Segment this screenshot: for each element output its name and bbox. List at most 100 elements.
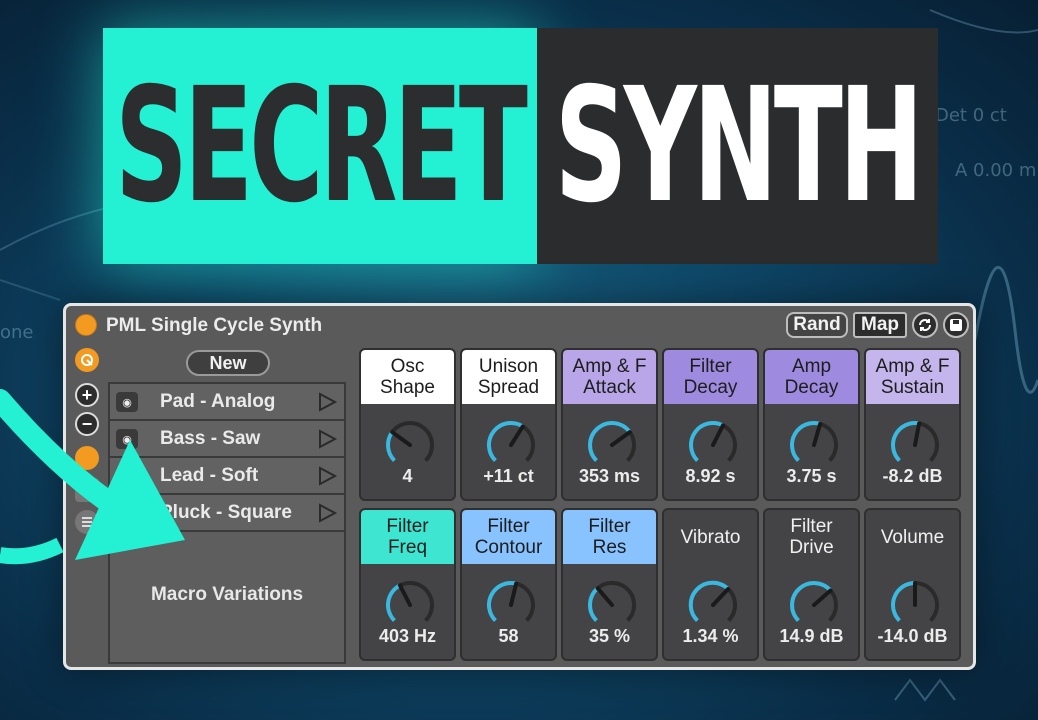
knob-track: [819, 421, 838, 462]
knob-arc: [688, 580, 730, 622]
title-banner-right: SYNTH: [537, 28, 938, 264]
knob-needle: [509, 581, 519, 607]
title-banner-left: SECRET: [103, 28, 537, 264]
title-word-synth: SYNTH: [554, 54, 924, 238]
knob-dial[interactable]: [383, 578, 437, 632]
bg-text-one: one: [0, 322, 34, 343]
preset-label: Lead - Soft: [160, 465, 259, 486]
knob-dial[interactable]: [888, 578, 942, 632]
knob-track: [918, 421, 939, 462]
knob-needle: [812, 421, 823, 447]
knob-name: Volume: [880, 526, 945, 548]
bg-text-detune: Det 0 ct: [935, 105, 1007, 126]
knob-name: Filter Freq: [386, 516, 429, 558]
remove-preset-button[interactable]: −: [75, 412, 99, 436]
knob-value: 35 %: [588, 626, 631, 646]
knob-header: Volume: [866, 510, 959, 564]
macro-knob-cell: Filter Contour 58: [460, 508, 557, 661]
list-icon[interactable]: [75, 510, 99, 534]
orange-toggle-icon[interactable]: [75, 446, 99, 470]
knob-header: Filter Res: [563, 510, 656, 564]
knob-dial[interactable]: [888, 418, 942, 472]
map-button[interactable]: Map: [853, 312, 907, 338]
new-preset-button[interactable]: New: [186, 350, 270, 376]
knob-needle: [610, 430, 632, 447]
knob-needle: [390, 430, 412, 447]
macro-knob-cell: Filter Drive 14.9 dB: [763, 508, 860, 661]
knob-arc: [790, 581, 832, 622]
knob-name: Unison Spread: [477, 356, 540, 398]
knob-arc: [689, 421, 724, 462]
knob-name: Filter Decay: [683, 356, 738, 398]
save-icon[interactable]: [943, 312, 969, 338]
knob-value: 14.9 dB: [779, 626, 844, 646]
macro-knob-cell: Amp Decay 3.75 s: [763, 348, 860, 501]
knob-needle: [812, 588, 833, 607]
play-icon[interactable]: [316, 391, 338, 413]
play-icon[interactable]: [316, 428, 338, 450]
play-icon[interactable]: [316, 502, 338, 524]
device-titlebar: PML Single Cycle Synth Rand Map: [66, 306, 973, 344]
rand-button[interactable]: Rand: [786, 312, 848, 338]
knob-dial[interactable]: [383, 418, 437, 472]
knob-header: Filter Decay: [664, 350, 757, 404]
preset-browser-icon[interactable]: [75, 348, 99, 372]
knob-dial[interactable]: [686, 578, 740, 632]
macro-knob-cell: Vibrato 1.34 %: [662, 508, 759, 661]
knob-header: Amp & F Sustain: [866, 350, 959, 404]
knob-name: Filter Contour: [474, 516, 543, 558]
knob-header: Filter Freq: [361, 510, 454, 564]
knob-track: [726, 587, 737, 622]
camera-icon[interactable]: ◉: [116, 429, 138, 449]
camera-icon[interactable]: ◉: [116, 392, 138, 412]
knob-header: Filter Contour: [462, 510, 555, 564]
knob-name: Amp Decay: [784, 356, 839, 398]
knob-header: Osc Shape: [361, 350, 454, 404]
knob-value: 1.34 %: [682, 626, 739, 646]
knob-header: Vibrato: [664, 510, 757, 564]
preset-row[interactable]: ◉ Bass - Saw: [110, 421, 344, 458]
knob-dial[interactable]: [585, 418, 639, 472]
knob-value: -14.0 dB: [877, 626, 948, 646]
knob-dial[interactable]: [787, 418, 841, 472]
preset-list: ◉ Pad - Analog ◉ Bass - Saw Lead - Soft …: [108, 382, 346, 664]
device-title: PML Single Cycle Synth: [106, 315, 323, 336]
knob-dial[interactable]: [585, 578, 639, 632]
knob-value: 8.92 s: [685, 466, 736, 486]
preset-row[interactable]: ◉ Pad - Analog: [110, 384, 344, 421]
gray-toggle-icon[interactable]: [75, 478, 99, 502]
macro-knob-cell: Filter Res 35 %: [561, 508, 658, 661]
title-word-secret: SECRET: [115, 54, 529, 238]
macro-knob-cell: Amp & F Sustain -8.2 dB: [864, 348, 961, 501]
knob-arc: [588, 421, 632, 462]
bg-text-amp: A 0.00 m: [955, 160, 1037, 181]
knob-name: Amp & F Sustain: [875, 356, 950, 398]
knob-name: Filter Drive: [789, 516, 834, 558]
macro-knob-cell: Unison Spread +11 ct: [460, 348, 557, 501]
knob-arc: [386, 430, 396, 462]
knob-dial[interactable]: [484, 418, 538, 472]
knob-name: Amp & F Attack: [572, 356, 647, 398]
knob-header: Amp Decay: [765, 350, 858, 404]
knob-track: [521, 424, 535, 462]
macro-knob-cell: Filter Decay 8.92 s: [662, 348, 759, 501]
knob-name: Osc Shape: [380, 356, 435, 398]
knob-needle: [913, 421, 922, 447]
refresh-icon[interactable]: [912, 312, 938, 338]
macro-knob-cell: Filter Freq 403 Hz: [359, 508, 456, 661]
preset-row[interactable]: Lead - Soft: [110, 458, 344, 495]
device-power-button[interactable]: [75, 314, 97, 336]
knob-track: [399, 581, 434, 622]
add-preset-button[interactable]: +: [75, 383, 99, 407]
knob-dial[interactable]: [484, 578, 538, 632]
knob-needle: [595, 586, 614, 607]
knob-dial[interactable]: [787, 578, 841, 632]
preset-row[interactable]: Pluck - Square: [110, 495, 344, 532]
knob-dial[interactable]: [686, 418, 740, 472]
knob-track: [914, 581, 939, 622]
knob-needle: [711, 423, 725, 447]
knob-header: Amp & F Attack: [563, 350, 656, 404]
play-icon[interactable]: [316, 465, 338, 487]
knob-track: [626, 430, 636, 462]
macro-knob-cell: Amp & F Attack 353 ms: [561, 348, 658, 501]
